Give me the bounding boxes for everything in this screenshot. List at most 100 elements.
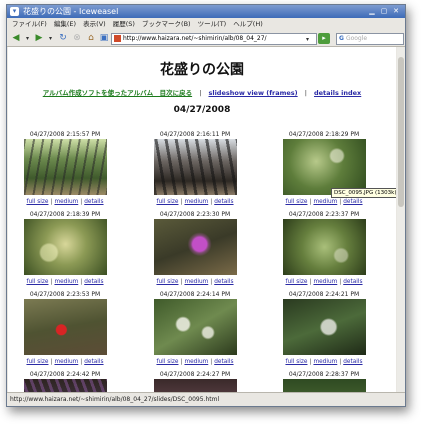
link-separator: | <box>80 359 83 365</box>
photo-thumbnail[interactable] <box>153 219 237 275</box>
medium-link[interactable]: medium <box>184 359 208 365</box>
maximize-icon[interactable]: ▢ <box>379 7 389 16</box>
reload-icon[interactable]: ↻ <box>57 33 69 44</box>
link-separator: | <box>50 199 53 205</box>
window-menu-icon[interactable]: ▾ <box>10 7 19 16</box>
medium-link[interactable]: medium <box>54 359 78 365</box>
full-size-link[interactable]: full size <box>156 199 178 205</box>
link-separator: | <box>210 199 213 205</box>
page-title: 花盛りの公園 <box>160 62 244 78</box>
menu-help[interactable]: ヘルプ(H) <box>233 19 262 29</box>
status-text: http://www.haizara.net/~shimirin/alb/08_… <box>10 396 220 403</box>
photo-links: full size | medium | details <box>15 278 115 286</box>
home-icon[interactable]: ⌂ <box>85 33 97 44</box>
menu-history[interactable]: 履歴(S) <box>113 19 135 29</box>
forward-dropdown-icon[interactable]: ▾ <box>47 33 54 44</box>
page-content: 花盛りの公園 アルバム作成ソフトを使ったアルバム 目次に戻る | slidesh… <box>8 47 396 392</box>
details-link[interactable]: details <box>84 359 103 365</box>
medium-link[interactable]: medium <box>54 279 78 285</box>
photo-links: full size | medium | details <box>15 358 115 366</box>
url-bar[interactable]: http://www.haizara.net/~shimirin/alb/08_… <box>111 33 317 45</box>
close-icon[interactable]: ✕ <box>391 7 401 16</box>
details-link[interactable]: details <box>84 199 103 205</box>
photo-timestamp: 04/27/2008 2:24:21 PM <box>288 291 360 298</box>
stop-icon[interactable]: ⊗ <box>71 33 83 44</box>
photo-links: full size | medium | details <box>145 278 245 286</box>
link-separator: | <box>199 89 202 97</box>
forward-icon[interactable]: ▶ <box>33 33 45 44</box>
photo-cell: 04/27/2008 2:28:37 PMfull size|medium|de… <box>274 370 374 392</box>
link-separator: | <box>309 279 312 285</box>
medium-link[interactable]: medium <box>184 279 208 285</box>
back-dropdown-icon[interactable]: ▾ <box>24 33 31 44</box>
link-separator: | <box>210 279 213 285</box>
link-separator: | <box>339 199 342 205</box>
album-date: 04/27/2008 <box>173 105 231 115</box>
photo-thumbnail[interactable] <box>282 379 366 392</box>
photo-thumbnail[interactable] <box>23 379 107 392</box>
search-placeholder: Google <box>345 35 368 42</box>
details-link[interactable]: details <box>214 199 233 205</box>
medium-link[interactable]: medium <box>313 199 337 205</box>
url-history-icon[interactable]: ▾ <box>303 34 312 45</box>
top-links: アルバム作成ソフトを使ったアルバム 目次に戻る | slideshow view… <box>8 87 396 97</box>
vertical-scrollbar[interactable] <box>397 47 405 392</box>
album-index-link[interactable]: アルバム作成ソフトを使ったアルバム 目次に戻る <box>43 89 192 97</box>
scrollbar-thumb[interactable] <box>398 57 404 207</box>
photo-cell: 04/27/2008 2:15:57 PM full size | medium | de… <box>15 130 115 206</box>
full-size-link[interactable]: full size <box>26 279 48 285</box>
photo-thumbnail[interactable] <box>282 299 366 355</box>
full-size-link[interactable]: full size <box>26 199 48 205</box>
photo-timestamp: 04/27/2008 2:23:53 PM <box>29 291 101 298</box>
details-link[interactable]: details <box>214 279 233 285</box>
medium-link[interactable]: medium <box>184 199 208 205</box>
photo-links: full size | medium | details <box>274 198 374 206</box>
site-favicon <box>114 35 121 42</box>
full-size-link[interactable]: full size <box>285 359 307 365</box>
medium-link[interactable]: medium <box>313 359 337 365</box>
photo-thumbnail[interactable] <box>282 139 366 195</box>
full-size-link[interactable]: full size <box>26 359 48 365</box>
link-separator: | <box>50 279 53 285</box>
menu-bookmarks[interactable]: ブックマーク(B) <box>142 19 191 29</box>
go-button[interactable]: ▸ <box>318 33 330 44</box>
details-link[interactable]: details <box>84 279 103 285</box>
menu-edit[interactable]: 編集(E) <box>54 19 76 29</box>
link-separator: | <box>180 279 183 285</box>
medium-link[interactable]: medium <box>313 279 337 285</box>
photo-cell: 04/27/2008 2:23:53 PM full size | medium | de… <box>15 290 115 366</box>
menu-view[interactable]: 表示(V) <box>83 19 106 29</box>
slideshow-link[interactable]: slideshow view (frames) <box>208 89 297 97</box>
photo-thumbnail[interactable] <box>23 219 107 275</box>
browser-window: ▾ 花盛りの公園 - Iceweasel ▁ ▢ ✕ ファイル(F) 編集(E)… <box>6 4 406 407</box>
photo-thumbnail[interactable] <box>282 219 366 275</box>
photo-timestamp: 04/27/2008 2:18:39 PM <box>29 211 101 218</box>
photo-thumbnail[interactable] <box>153 139 237 195</box>
full-size-link[interactable]: full size <box>285 279 307 285</box>
photo-thumbnail[interactable] <box>23 299 107 355</box>
details-index-link[interactable]: details index <box>314 89 361 97</box>
full-size-link[interactable]: full size <box>156 279 178 285</box>
details-link[interactable]: details <box>343 199 362 205</box>
tooltip: DSC_0095.JPG (1303k) <box>331 188 396 198</box>
photo-thumbnail[interactable] <box>153 379 237 392</box>
full-size-link[interactable]: full size <box>156 359 178 365</box>
menu-tools[interactable]: ツール(T) <box>198 19 227 29</box>
bookmark-icon[interactable]: ▣ <box>98 33 110 44</box>
menu-file[interactable]: ファイル(F) <box>12 19 47 29</box>
photo-links: full size | medium | details <box>145 358 245 366</box>
details-link[interactable]: details <box>343 359 362 365</box>
search-box[interactable]: G Google <box>336 33 404 45</box>
details-link[interactable]: details <box>343 279 362 285</box>
status-bar: http://www.haizara.net/~shimirin/alb/08_… <box>7 392 405 406</box>
link-separator: | <box>309 359 312 365</box>
back-icon[interactable]: ◀ <box>10 33 22 44</box>
photo-thumbnail[interactable] <box>153 299 237 355</box>
photo-thumbnail[interactable] <box>23 139 107 195</box>
photo-timestamp: 04/27/2008 2:23:37 PM <box>288 211 360 218</box>
medium-link[interactable]: medium <box>54 199 78 205</box>
minimize-icon[interactable]: ▁ <box>367 7 377 16</box>
details-link[interactable]: details <box>214 359 233 365</box>
full-size-link[interactable]: full size <box>285 199 307 205</box>
photo-links: full size | medium | details <box>274 358 374 366</box>
